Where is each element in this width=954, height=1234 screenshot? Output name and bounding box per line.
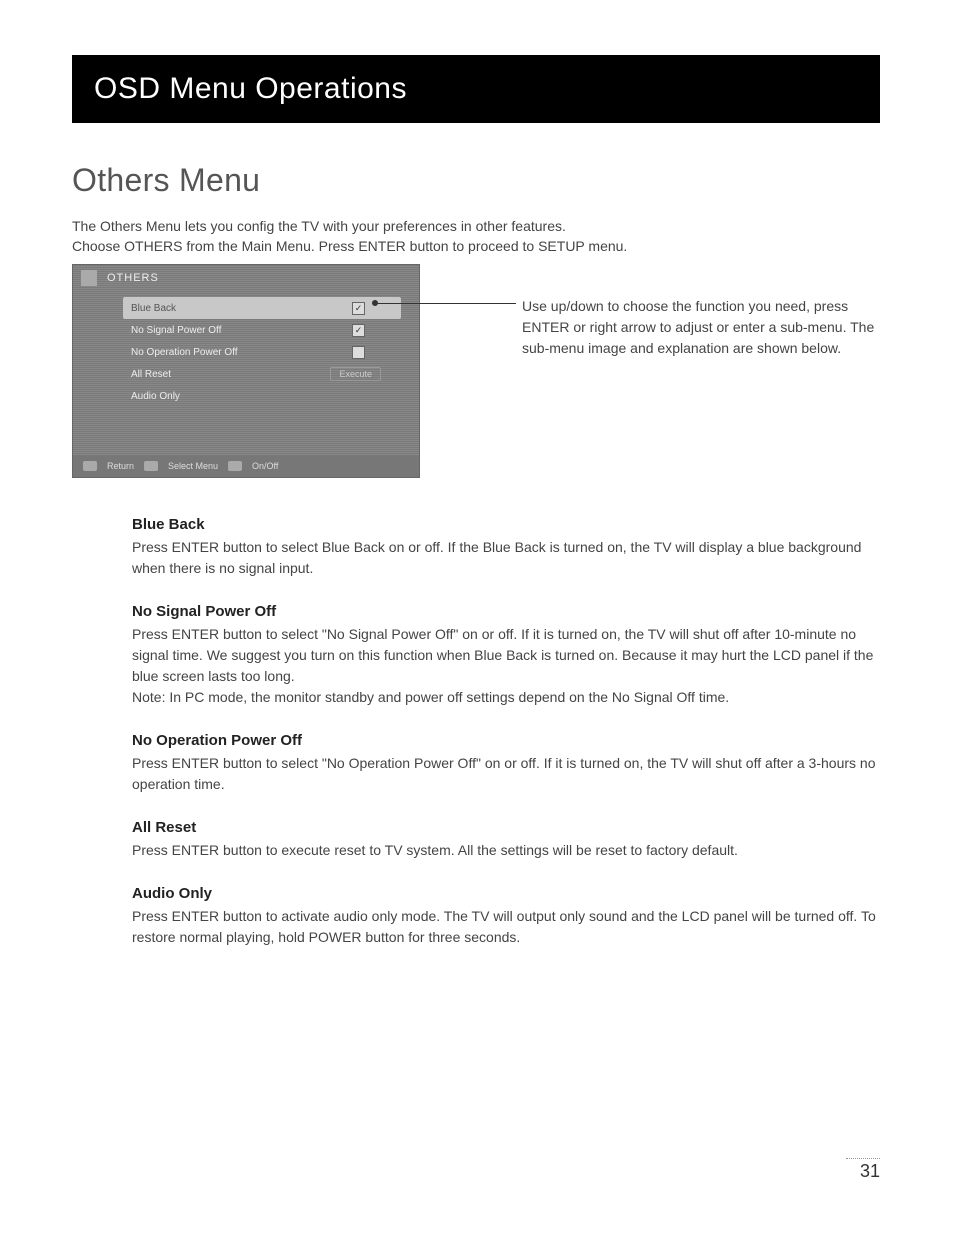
intro-line-2: Choose OTHERS from the Main Menu. Press … [72,236,882,256]
osd-header: OTHERS [73,265,419,291]
intro-text: The Others Menu lets you config the TV w… [72,216,882,257]
desc-body: Press ENTER button to activate audio onl… [132,906,882,948]
checkbox-icon[interactable] [352,346,365,359]
osd-row-label: No Operation Power Off [123,347,352,358]
osd-row-audio-only[interactable]: Audio Only [123,385,401,407]
execute-button[interactable]: Execute [330,367,381,381]
section-title: Others Menu [72,162,260,199]
osd-row-label: Blue Back [123,303,352,314]
desc-body: Press ENTER button to select Blue Back o… [132,537,882,579]
chapter-header: OSD Menu Operations [72,55,880,123]
page-number: 31 [846,1158,880,1182]
onoff-button-icon [228,461,242,471]
footer-return: Return [107,461,134,471]
desc-no-operation: No Operation Power Off Press ENTER butto… [132,732,882,795]
osd-row-label: All Reset [123,369,330,380]
desc-title: No Operation Power Off [132,732,882,749]
footer-onoff: On/Off [252,461,278,471]
desc-title: Blue Back [132,516,882,533]
osd-title: OTHERS [107,272,159,284]
osd-row-blue-back[interactable]: Blue Back ✓ [123,297,401,319]
osd-body: Blue Back ✓ No Signal Power Off ✓ No Ope… [73,291,419,413]
others-menu-icon [81,270,97,286]
desc-body: Press ENTER button to select "No Operati… [132,753,882,795]
desc-title: Audio Only [132,885,882,902]
osd-row-label: No Signal Power Off [123,325,352,336]
osd-screenshot: OTHERS Blue Back ✓ No Signal Power Off ✓… [72,264,420,478]
osd-row-no-signal[interactable]: No Signal Power Off ✓ [123,319,401,341]
desc-all-reset: All Reset Press ENTER button to execute … [132,819,882,861]
checkbox-icon[interactable]: ✓ [352,302,365,315]
select-button-icon [144,461,158,471]
osd-row-label: Audio Only [123,391,401,402]
desc-body: Press ENTER button to select "No Signal … [132,624,882,708]
desc-audio-only: Audio Only Press ENTER button to activat… [132,885,882,948]
desc-no-signal: No Signal Power Off Press ENTER button t… [132,603,882,708]
desc-body: Press ENTER button to execute reset to T… [132,840,882,861]
return-button-icon [83,461,97,471]
osd-footer: Return Select Menu On/Off [73,455,419,477]
chapter-title: OSD Menu Operations [94,72,407,106]
osd-row-no-operation[interactable]: No Operation Power Off [123,341,401,363]
callout-line [374,303,516,304]
footer-select: Select Menu [168,461,218,471]
desc-title: All Reset [132,819,882,836]
desc-title: No Signal Power Off [132,603,882,620]
callout-text: Use up/down to choose the function you n… [522,296,892,359]
intro-line-1: The Others Menu lets you config the TV w… [72,216,882,236]
checkbox-icon[interactable]: ✓ [352,324,365,337]
osd-row-all-reset[interactable]: All Reset Execute [123,363,401,385]
desc-blue-back: Blue Back Press ENTER button to select B… [132,516,882,579]
descriptions: Blue Back Press ENTER button to select B… [132,516,882,972]
